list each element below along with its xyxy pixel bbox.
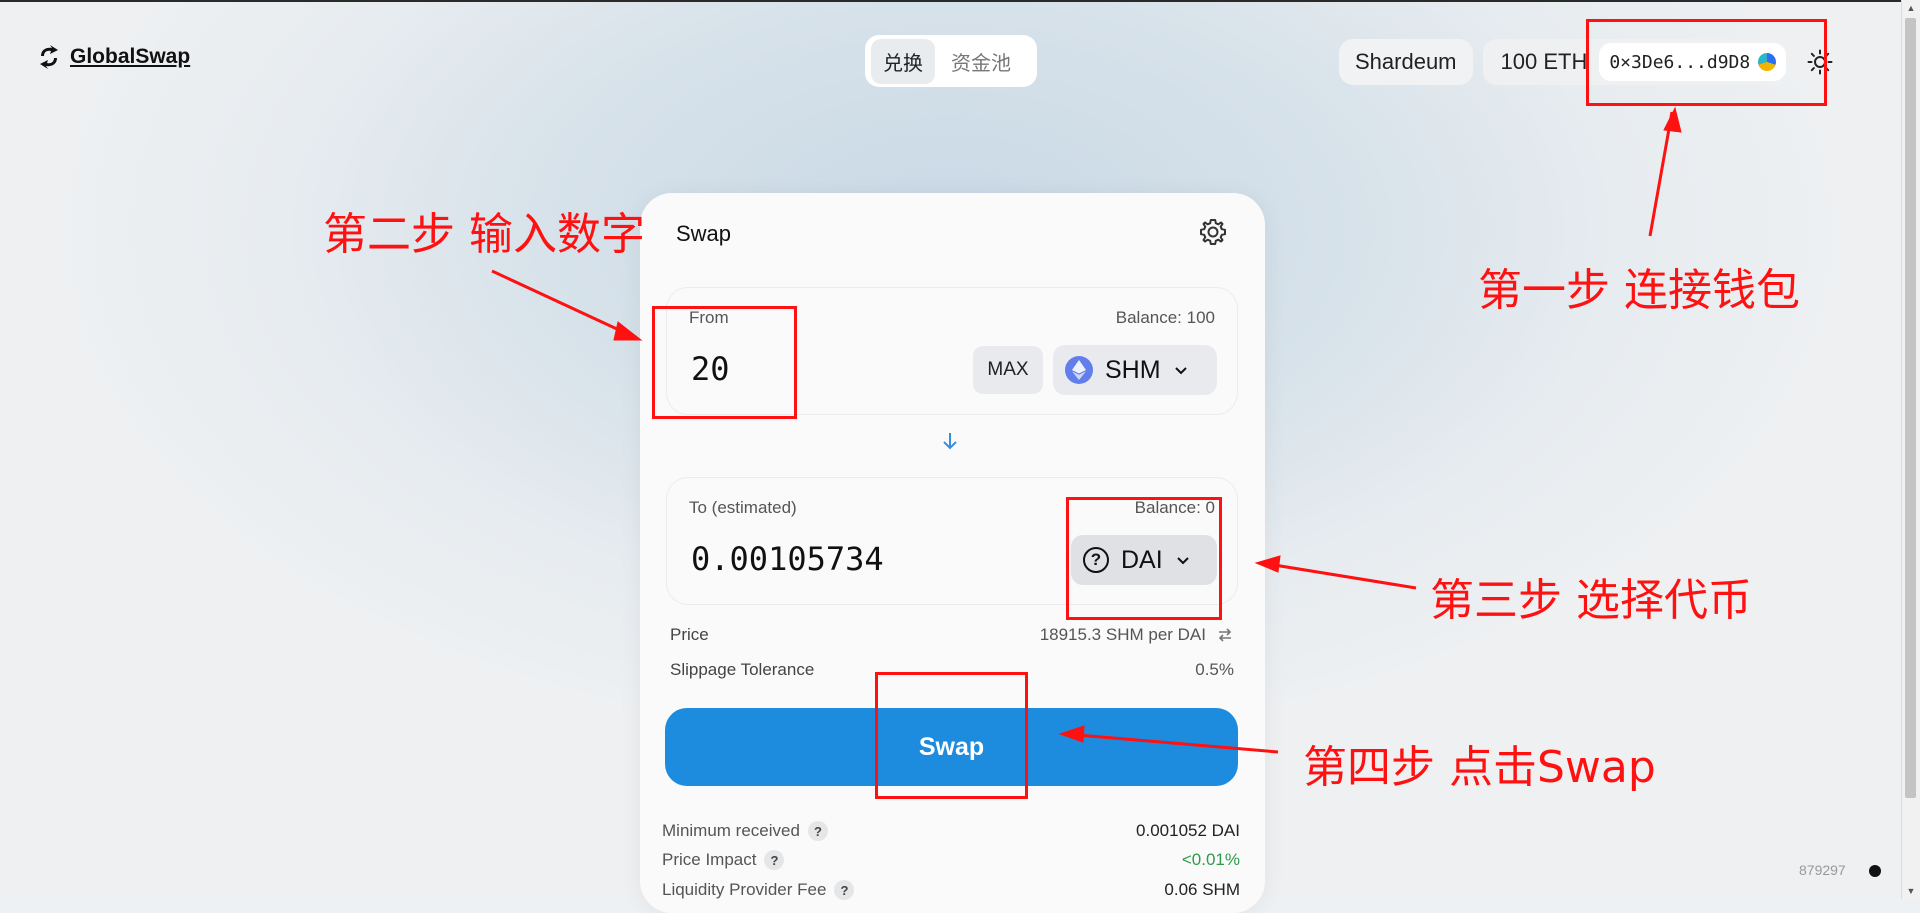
annotation-arrows xyxy=(491,106,1682,754)
arrow-head xyxy=(1663,106,1682,133)
